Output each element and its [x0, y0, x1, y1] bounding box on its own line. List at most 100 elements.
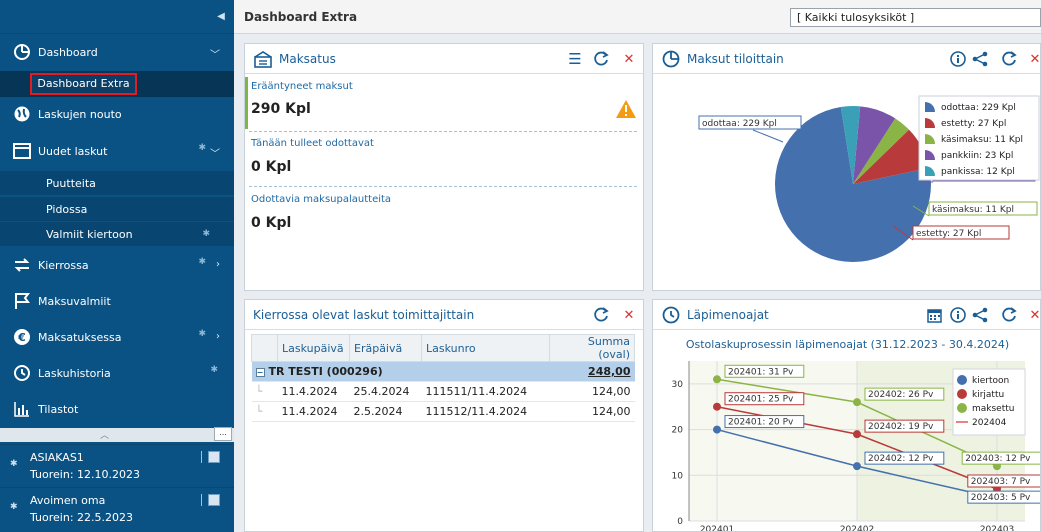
data-label: 202403: 7 Pv — [971, 477, 1031, 487]
panel-title: Kierrossa olevat laskut toimittajittain — [253, 308, 475, 322]
y-tick-label: 20 — [672, 426, 684, 436]
table-row[interactable]: └ 11.4.2024 2.5.2024 111512/11.4.2024 12… — [251, 401, 635, 422]
sidebar-item-label: Kierrossa — [38, 258, 89, 272]
divider — [201, 451, 202, 463]
panel-title: Läpimenoajat — [687, 308, 769, 322]
euro-icon: € — [10, 328, 34, 346]
data-point-kiertoon — [713, 425, 721, 434]
data-point-kirjattu — [853, 430, 861, 439]
bar-chart-icon — [10, 400, 34, 418]
panel-header: Kierrossa olevat laskut toimittajittain … — [245, 300, 643, 330]
invoice-sum: 124,00 — [549, 381, 635, 402]
kierrossa-panel: Kierrossa olevat laskut toimittajittain … — [244, 299, 644, 532]
history-icon — [661, 306, 681, 324]
sidebar-item-tilastot[interactable]: Tilastot — [0, 395, 234, 423]
panel-title: Maksatus — [279, 52, 336, 66]
overdue-payments-value[interactable]: 290 Kpl — [251, 101, 311, 117]
sidebar-item-maksuvalmiit[interactable]: Maksuvalmiit — [0, 287, 234, 315]
close-icon[interactable]: ✕ — [1027, 49, 1040, 69]
share-icon[interactable] — [971, 49, 989, 69]
info-icon[interactable] — [949, 49, 967, 69]
top-bar: Dashboard Extra [ Kaikki tulosyksiköt ] — [234, 0, 1041, 34]
legend-entry: odottaa: 229 Kpl — [941, 103, 1016, 113]
collapse-group-icon[interactable]: − — [255, 368, 265, 377]
refresh-icon[interactable] — [591, 305, 611, 325]
column-header[interactable]: Laskunro — [421, 334, 550, 362]
customer-card[interactable]: ✱ Avoimen oma Tuorein: 22.5.2023 — [0, 487, 234, 529]
table-row[interactable]: └ 11.4.2024 25.4.2024 111511/11.4.2024 1… — [251, 381, 635, 402]
settings-star-icon[interactable]: ✱ — [198, 257, 206, 267]
settings-star-icon[interactable]: ✱ — [210, 365, 218, 375]
sidebar: ◀ Dashboard ﹀ Dashboard Extra Laskujen n… — [0, 0, 234, 532]
legend-entry: estetty: 27 Kpl — [941, 119, 1006, 129]
refresh-icon[interactable] — [999, 305, 1019, 325]
tree-line: └ — [251, 381, 278, 402]
sidebar-sub-label: Puutteita — [46, 176, 96, 190]
panel-title: Maksut tiloittain — [687, 52, 784, 66]
x-tick-label: 202401 — [700, 525, 734, 532]
x-tick-label: 202403 — [980, 525, 1014, 532]
data-label: 202402: 26 Pv — [868, 390, 934, 400]
sidebar-item-laskujen-nouto[interactable]: Laskujen nouto — [0, 100, 234, 128]
share-icon[interactable] — [971, 305, 989, 325]
card-menu-icon[interactable] — [208, 494, 220, 506]
payment-feedback-value[interactable]: 0 Kpl — [251, 215, 291, 231]
sidebar-item-kierrossa[interactable]: Kierrossa ✱ › — [0, 251, 234, 279]
sidebar-sub-dashboard-extra[interactable]: Dashboard Extra — [30, 73, 137, 95]
legend-marker — [957, 389, 967, 399]
refresh-icon[interactable] — [999, 49, 1019, 69]
supplier-name: TR TESTI (000296) — [268, 365, 383, 378]
chevron-down-icon: ﹀ — [210, 50, 220, 61]
close-icon[interactable]: ✕ — [621, 49, 637, 69]
legend-entry: kiertoon — [972, 376, 1009, 386]
card-menu-icon[interactable] — [208, 451, 220, 463]
sidebar-item-laskuhistoria[interactable]: Laskuhistoria ✱ — [0, 359, 234, 387]
column-header[interactable]: Summa (oval) — [549, 334, 635, 362]
sidebar-sub-label: Valmiit kiertoon — [46, 227, 133, 241]
sidebar-sub-valmiit-kiertoon[interactable]: Valmiit kiertoon ✱ — [0, 222, 234, 246]
menu-icon[interactable]: ☰ — [565, 49, 585, 69]
table-header-row: Laskupäivä Eräpäivä Laskunro Summa (oval… — [251, 334, 635, 362]
page-title: Dashboard Extra — [244, 10, 358, 24]
refresh-icon[interactable] — [591, 49, 611, 69]
sidebar-sub-puutteita[interactable]: Puutteita — [0, 171, 234, 195]
pie-slice-label: käsimaksu: 11 Kpl — [932, 205, 1014, 215]
y-tick-label: 30 — [672, 380, 684, 390]
sidebar-item-uudet-laskut[interactable]: Uudet laskut ✱ ﹀ — [0, 137, 234, 165]
chevron-right-icon: › — [216, 331, 220, 342]
divider — [249, 131, 637, 132]
pie-slice-label: odottaa: 229 Kpl — [702, 119, 777, 129]
close-icon[interactable]: ✕ — [621, 305, 637, 325]
info-icon[interactable] — [949, 305, 967, 325]
due-date: 25.4.2024 — [349, 381, 422, 402]
invoice-number: 111511/11.4.2024 — [421, 381, 550, 402]
sidebar-item-label: Dashboard — [38, 45, 98, 59]
settings-star-icon[interactable]: ✱ — [198, 329, 206, 339]
settings-star-icon[interactable]: ✱ — [198, 143, 206, 153]
sidebar-item-label: Uudet laskut — [38, 144, 108, 158]
settings-star-icon[interactable]: ✱ — [202, 229, 210, 239]
today-waiting-value[interactable]: 0 Kpl — [251, 159, 291, 175]
history-icon — [10, 364, 34, 382]
sidebar-item-dashboard[interactable]: Dashboard ﹀ — [0, 38, 234, 66]
overdue-payments-label: Erääntyneet maksut — [251, 81, 353, 92]
sidebar-sub-pidossa[interactable]: Pidossa — [0, 197, 234, 221]
column-header[interactable]: Laskupäivä — [277, 334, 350, 362]
calendar-icon[interactable] — [925, 305, 943, 325]
plot-band — [689, 361, 857, 521]
group-sum: 248,00 — [549, 361, 635, 382]
close-icon[interactable]: ✕ — [1027, 305, 1040, 325]
swap-arrows-icon — [10, 256, 34, 274]
svg-text:€: € — [17, 331, 26, 344]
group-row[interactable]: − TR TESTI (000296) 248,00 — [251, 361, 635, 382]
scroll-up-icon[interactable]: ︿ — [100, 428, 109, 441]
data-point-maksettu — [713, 375, 721, 384]
lapimenoajat-panel: Läpimenoajat ✕ Ostolaskuprosessin läpime… — [652, 299, 1041, 532]
customer-card[interactable]: ✱ ASIAKAS1 Tuorein: 12.10.2023 — [0, 444, 234, 486]
divider — [249, 186, 637, 187]
column-header[interactable]: Eräpäivä — [349, 334, 422, 362]
more-button[interactable]: ... — [214, 427, 232, 441]
sidebar-item-maksatuksessa[interactable]: € Maksatuksessa ✱ › — [0, 323, 234, 351]
collapse-sidebar-icon[interactable]: ◀ — [214, 10, 228, 24]
business-unit-select[interactable]: [ Kaikki tulosyksiköt ] — [790, 8, 1041, 27]
